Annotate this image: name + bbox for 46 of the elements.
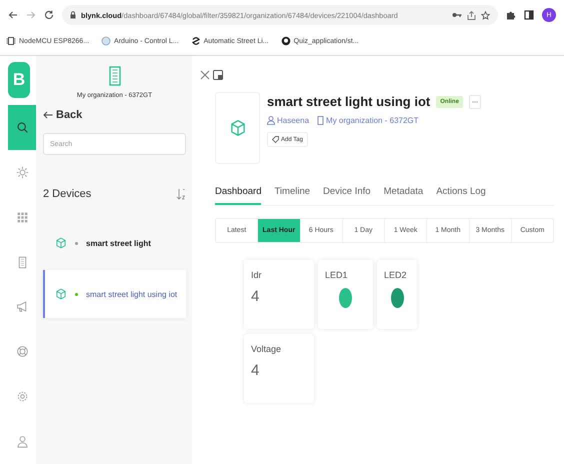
cube-icon [228,119,246,137]
owner-link[interactable]: Haseena [277,116,310,125]
expand-icon[interactable] [213,70,223,80]
device-item[interactable]: smart street light [43,224,186,262]
widget-label: Idr [251,270,263,280]
organization-link[interactable]: My organization - 6372GT [326,116,419,125]
lifebuoy-icon [16,345,28,358]
star-icon[interactable] [481,10,490,20]
back-arrow-icon[interactable] [8,10,18,20]
sort-icon[interactable] [176,188,186,200]
device-item[interactable]: smart street light using iot [43,270,186,318]
megaphone-icon [16,300,28,314]
tag-icon [272,136,279,143]
widget-label: LED2 [384,270,408,280]
tab[interactable]: Actions Log [436,184,486,205]
swirl-icon [190,36,201,46]
lock-icon [70,11,76,19]
device-count: 2 Devices [43,188,92,200]
side-panel-icon[interactable] [524,10,534,20]
close-icon[interactable] [200,70,210,80]
widget-value: 4 [251,288,260,305]
cube-icon [55,237,67,249]
cube-icon [55,288,67,300]
grid-icon [16,210,28,224]
person-icon [267,116,275,125]
tab[interactable]: Timeline [274,184,310,205]
nav-item[interactable] [8,104,36,150]
settings-icon [16,390,28,404]
tab[interactable]: Device Info [323,184,371,205]
back-arrow-icon [43,111,53,119]
share-icon[interactable] [467,10,476,20]
reload-icon[interactable] [44,10,54,20]
tab[interactable]: Dashboard [215,184,262,205]
back-button[interactable]: Back [43,109,82,121]
key-icon[interactable] [452,11,462,19]
person-icon [16,435,28,448]
device-title: smart street light using iot [267,94,430,109]
widget-value: 4 [251,362,260,379]
widget-label: LED1 [325,270,349,280]
tab[interactable]: Metadata [384,184,424,205]
widget-label: Voltage [251,344,282,354]
puzzle-icon[interactable] [506,10,516,20]
sun-icon [16,166,28,179]
chip-icon [6,36,16,46]
forward-arrow-icon[interactable] [26,10,36,20]
search-icon [16,120,28,134]
